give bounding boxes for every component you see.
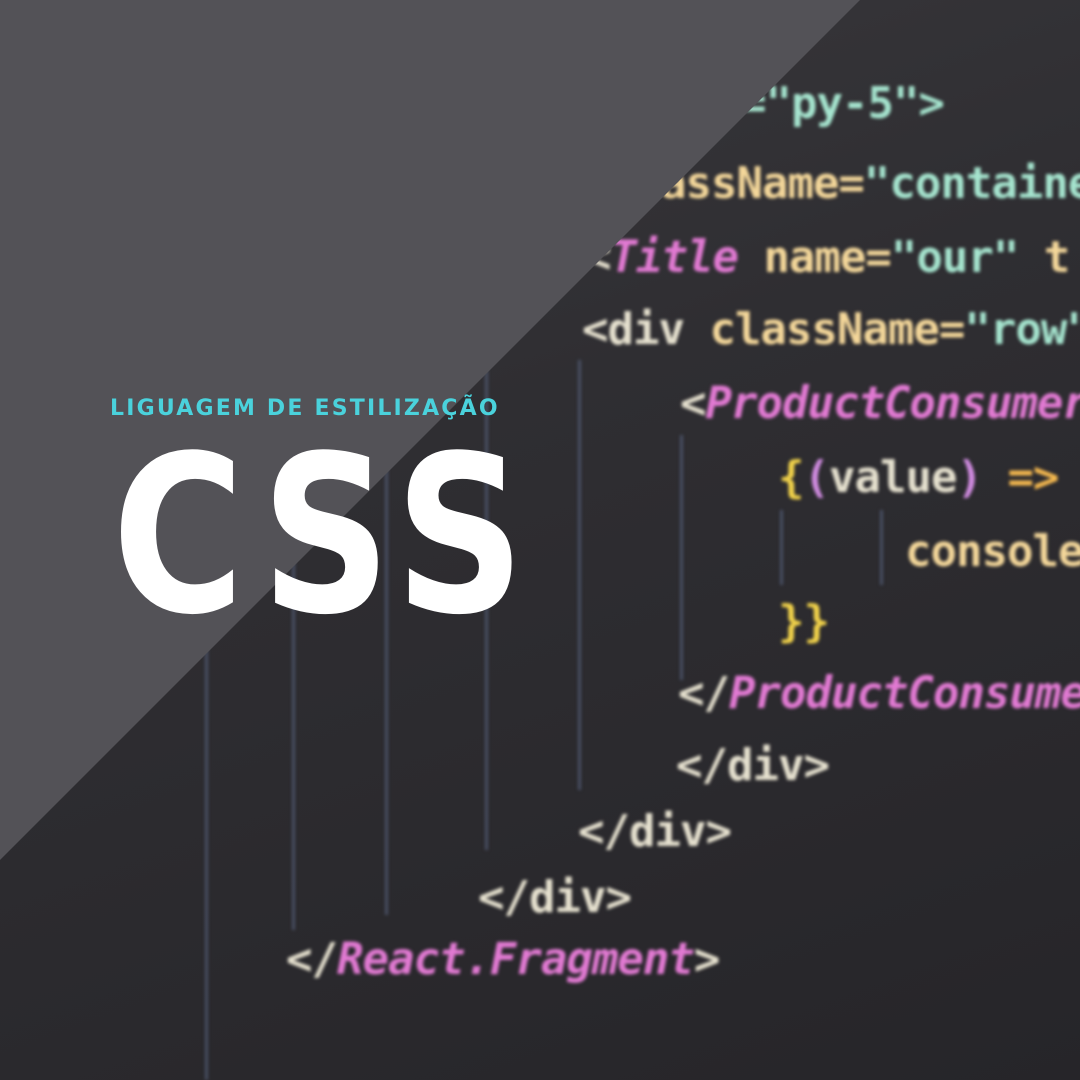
code-token: "row" <box>964 304 1080 355</box>
code-token: < <box>680 378 706 429</box>
code-line: console <box>905 526 1080 577</box>
code-line: <ProductConsumer <box>680 378 1080 429</box>
code-token: Title <box>610 232 739 283</box>
code-token: { <box>778 452 804 503</box>
indent-guide <box>780 510 783 585</box>
code-line: </div> <box>578 806 732 857</box>
code-token: name= <box>737 232 891 283</box>
code-line: </div> <box>676 740 830 791</box>
code-token: value <box>829 452 957 503</box>
indent-guide <box>880 510 883 585</box>
code-line: {(value) => <box>778 452 1059 503</box>
code-token: "containe <box>863 158 1080 209</box>
code-line: </div> <box>478 872 632 923</box>
code-token: "our" <box>890 232 1019 283</box>
code-token: > <box>693 934 720 985</box>
code-token: </ <box>286 934 338 985</box>
code-token: ) <box>956 452 982 503</box>
page-title: CSS <box>112 410 538 663</box>
code-token: React.Fragment <box>336 934 695 985</box>
code-token: </div> <box>578 806 732 857</box>
code-token: console <box>905 526 1080 577</box>
code-token: <div <box>582 304 710 355</box>
code-token: t <box>1018 232 1070 283</box>
banner-canvas: ="py-5"> assName="containe <Title name="… <box>0 0 1080 1080</box>
code-line: }} <box>778 596 830 647</box>
code-token: }} <box>778 596 830 647</box>
code-token: ProductConsumer <box>705 378 1080 429</box>
code-line: <Title name="our" t <box>585 232 1070 283</box>
code-line: </React.Fragment> <box>286 934 720 985</box>
code-token: => <box>981 452 1059 503</box>
code-token: className= <box>709 304 965 355</box>
code-token: </ <box>678 668 730 719</box>
code-token: ProductConsume <box>728 668 1080 719</box>
code-token: </div> <box>478 872 632 923</box>
indent-guide <box>680 435 683 680</box>
code-line: </ProductConsume <box>678 668 1080 719</box>
code-token: ( <box>803 452 830 503</box>
indent-guide <box>578 360 581 790</box>
code-line: <div className="row" <box>582 304 1080 355</box>
code-line: assName="containe <box>660 158 1080 209</box>
code-token: </div> <box>676 740 830 791</box>
